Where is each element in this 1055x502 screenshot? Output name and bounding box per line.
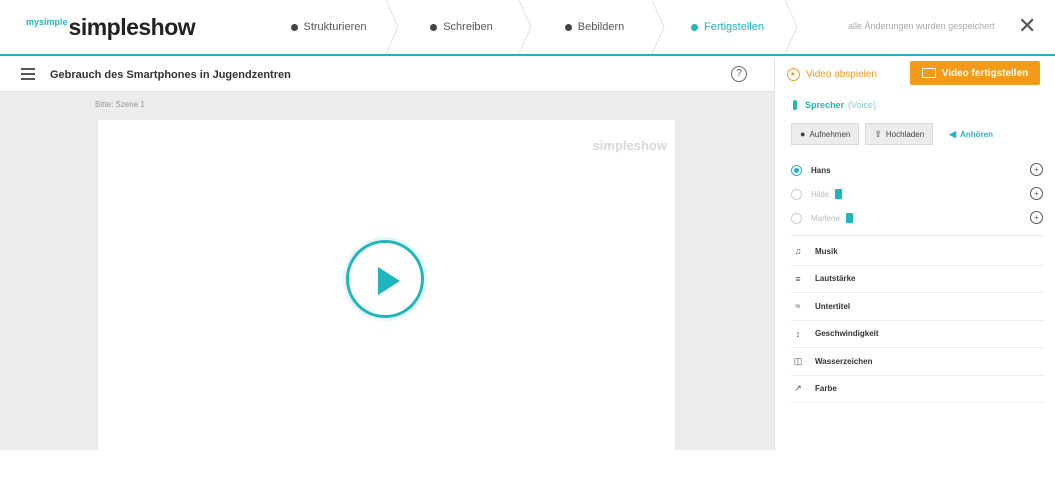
voice-item[interactable]: Hilde + <box>791 182 1043 206</box>
volume-icon: ≡ <box>795 273 801 284</box>
color-icon: ↗ <box>794 383 802 394</box>
play-video-button[interactable]: ▸ Video abspielen <box>787 62 877 86</box>
listen-label: Anhören <box>960 129 993 139</box>
voice-radio[interactable] <box>791 188 802 200</box>
speaker-label: Sprecher <box>805 100 845 110</box>
music-icon: ♫ <box>794 246 802 257</box>
video-preview: simpleshow <box>98 120 675 502</box>
setting-volume[interactable]: ≡ Lautstärke <box>791 266 1043 293</box>
setting-label: Farbe <box>815 384 837 394</box>
divider <box>791 235 1043 236</box>
settings-panel: ▸ Video abspielen Video fertigstellen Sp… <box>774 58 1055 450</box>
add-circle-icon[interactable]: + <box>1030 211 1043 224</box>
chevron-right-icon <box>784 0 798 54</box>
step-dot-icon <box>290 23 298 31</box>
setting-label: Musik <box>815 246 838 256</box>
play-button[interactable] <box>346 240 424 318</box>
panel-actions: ▸ Video abspielen Video fertigstellen <box>775 58 1055 92</box>
voice-item[interactable]: Hans + <box>791 158 1043 182</box>
microphone-icon <box>793 100 797 110</box>
step-label: Schreiben <box>443 21 493 33</box>
setting-color[interactable]: ↗ Farbe <box>791 376 1043 403</box>
record-label: Aufnehmen <box>809 129 851 139</box>
premium-badge-icon <box>845 213 853 223</box>
add-circle-icon[interactable]: + <box>1030 187 1043 200</box>
step-illustrate[interactable]: Bebildern <box>528 0 665 54</box>
setting-label: Geschwindigkeit <box>815 329 879 339</box>
upload-button[interactable]: ⇪ Hochladen <box>865 123 934 145</box>
editor-header: Gebrauch des Smartphones in Jugendzentre… <box>0 58 774 92</box>
voice-tools: ● Aufnehmen ⇪ Hochladen ◀ Anhören <box>791 123 993 145</box>
hamburger-menu-icon[interactable] <box>21 68 35 80</box>
upload-icon: ⇪ <box>874 128 882 139</box>
voice-list: Hans + Hilde + Marlene + <box>791 158 1043 230</box>
listen-button[interactable]: ◀ Anhören <box>949 129 993 140</box>
step-structure[interactable]: Strukturieren <box>262 0 399 54</box>
setting-music[interactable]: ♫ Musik <box>791 238 1043 266</box>
step-navigation: Strukturieren Schreiben Bebildern Fertig… <box>262 0 798 54</box>
logo-prefix: mysimple <box>26 17 68 27</box>
step-label: Bebildern <box>577 21 625 33</box>
settings-list: ♫ Musik ≡ Lautstärke ≈ Untertitel ↕ Gesc… <box>791 238 1043 403</box>
play-video-label: Video abspielen <box>806 68 877 80</box>
step-dot-icon <box>691 23 699 31</box>
speaker-sub: (Voice) <box>848 100 877 110</box>
setting-speed[interactable]: ↕ Geschwindigkeit <box>791 321 1043 348</box>
finish-video-label: Video fertigstellen <box>941 67 1029 79</box>
voice-name: Marlene <box>811 213 840 223</box>
slide-label: Bitte: Szene 1 <box>95 100 145 109</box>
setting-label: Wasserzeichen <box>815 356 873 366</box>
project-title: Gebrauch des Smartphones in Jugendzentre… <box>50 69 291 81</box>
logo-text: simpleshow <box>68 14 196 40</box>
watermark-logo: simpleshow <box>592 138 667 153</box>
voice-name: Hilde <box>811 189 830 199</box>
speaker-icon: ◀ <box>949 128 957 139</box>
save-status: alle Änderungen wurden gespeichert <box>848 21 995 31</box>
film-icon <box>921 68 936 78</box>
voice-radio[interactable] <box>791 212 802 224</box>
logo[interactable]: mysimple simpleshow <box>26 13 196 41</box>
voice-name: Hans <box>811 165 831 175</box>
finish-video-button[interactable]: Video fertigstellen <box>910 61 1040 85</box>
step-dot-icon <box>564 23 572 31</box>
voice-item[interactable]: Marlene + <box>791 206 1043 230</box>
watermark-icon: ◫ <box>793 355 803 366</box>
speed-icon: ↕ <box>795 328 801 339</box>
step-label: Strukturieren <box>303 21 367 33</box>
step-write[interactable]: Schreiben <box>395 0 532 54</box>
subtitle-icon: ≈ <box>795 301 801 312</box>
setting-subtitles[interactable]: ≈ Untertitel <box>791 293 1043 321</box>
play-circle-icon: ▸ <box>787 67 800 81</box>
step-finish[interactable]: Fertigstellen <box>661 0 798 54</box>
voice-radio[interactable] <box>791 164 802 176</box>
premium-badge-icon <box>835 189 843 199</box>
setting-label: Untertitel <box>815 301 851 311</box>
setting-label: Lautstärke <box>815 274 856 284</box>
record-button[interactable]: ● Aufnehmen <box>791 123 860 145</box>
play-icon <box>378 267 400 295</box>
help-icon[interactable]: ? <box>731 66 747 82</box>
step-label: Fertigstellen <box>704 21 764 33</box>
step-dot-icon <box>430 23 438 31</box>
top-bar: mysimple simpleshow Strukturieren Schrei… <box>0 0 1055 56</box>
mic-icon: ● <box>800 129 806 139</box>
setting-watermark[interactable]: ◫ Wasserzeichen <box>791 348 1043 376</box>
speaker-heading[interactable]: Sprecher (Voice) <box>793 100 876 110</box>
add-circle-icon[interactable]: + <box>1030 163 1043 176</box>
editor-area: Gebrauch des Smartphones in Jugendzentre… <box>0 58 774 502</box>
close-icon[interactable]: ✕ <box>1018 15 1036 37</box>
upload-label: Hochladen <box>885 129 925 139</box>
